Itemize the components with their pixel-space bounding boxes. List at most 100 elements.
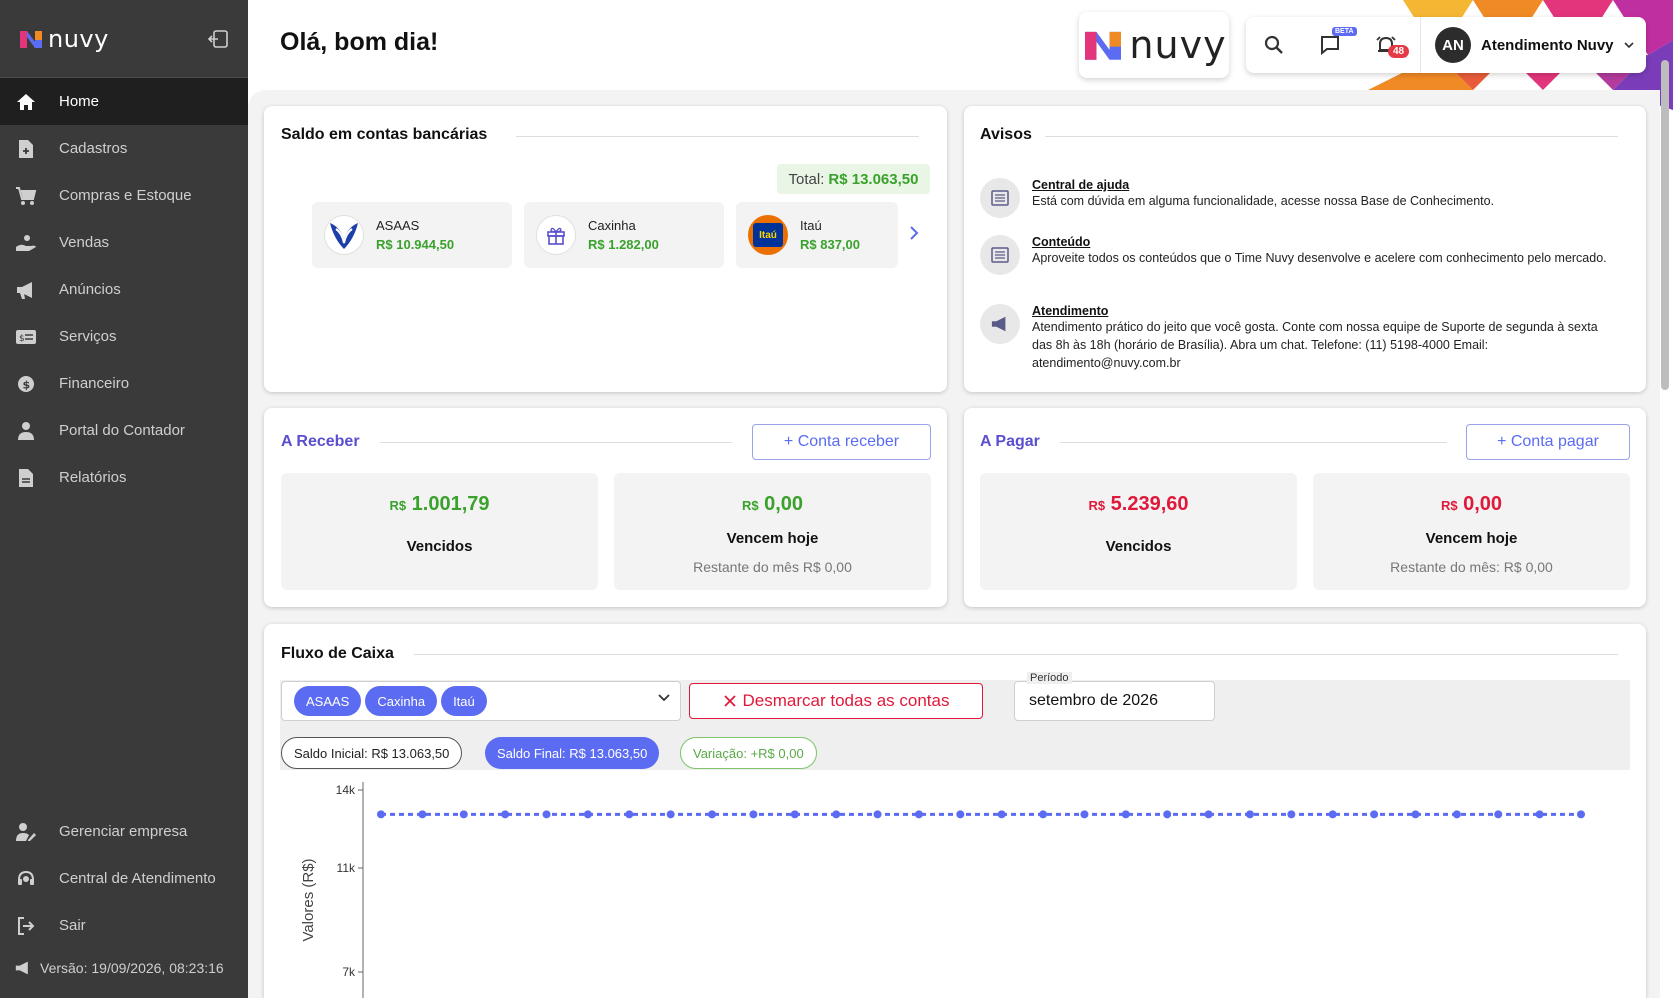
aviso-conteudo[interactable]: Conteúdo Aproveite todos os conteúdos qu… [980, 235, 1620, 275]
file-add-icon [14, 137, 38, 161]
chat-button[interactable]: BETA [1302, 17, 1358, 73]
sidebar-bottom-nav: Gerenciar empresa Central de Atendimento… [0, 808, 248, 949]
saldo-inicial-chip: Saldo Inicial: R$ 13.063,50 [281, 737, 463, 769]
sidebar-item-relatorios[interactable]: Relatórios [0, 454, 248, 501]
sidebar-nav: Home Cadastros Compras e Estoque Vendas … [0, 78, 248, 501]
sidebar-item-anuncios[interactable]: Anúncios [0, 266, 248, 313]
page-title: Olá, bom dia! [280, 28, 439, 56]
data-point [1080, 810, 1089, 819]
header-toolbar: BETA 48 AN Atendimento Nuvy [1246, 17, 1646, 73]
cart-icon [14, 184, 38, 208]
saldo-total: Total: R$ 13.063,50 [777, 164, 930, 194]
stat-label: Vencem hoje [726, 530, 819, 547]
pagar-hoje[interactable]: R$ 0,00 Vencem hoje Restante do mês: R$ … [1313, 473, 1630, 590]
sidebar-item-portal-contador[interactable]: Portal do Contador [0, 407, 248, 454]
beta-badge: BETA [1332, 27, 1357, 36]
app-version: Versão: 19/09/2026, 08:23:16 [14, 960, 224, 976]
data-point [749, 810, 758, 819]
home-icon [14, 90, 38, 114]
bank-name: Itaú [800, 218, 822, 233]
sidebar-item-label: Home [59, 93, 100, 110]
sidebar-logo[interactable]: nuvy [18, 25, 109, 53]
aviso-atendimento[interactable]: Atendimento Atendimento prático do jeito… [980, 304, 1620, 372]
data-point [1039, 810, 1048, 819]
stat-label: Vencem hoje [1425, 530, 1518, 547]
user-menu[interactable]: AN Atendimento Nuvy [1421, 27, 1634, 63]
bank-balance: R$ 837,00 [800, 237, 860, 252]
sidebar-item-home[interactable]: Home [0, 78, 248, 125]
stat-sub: Restante do mês: R$ 0,00 [1390, 559, 1553, 575]
sidebar-item-gerenciar-empresa[interactable]: Gerenciar empresa [0, 808, 248, 855]
user-name: Atendimento Nuvy [1481, 36, 1614, 54]
sidebar-item-central-atendimento[interactable]: Central de Atendimento [0, 855, 248, 902]
aviso-title: Central de ajuda [1032, 178, 1130, 192]
aviso-central-ajuda[interactable]: Central de ajuda Está com dúvida em algu… [980, 178, 1620, 218]
version-text: Versão: 19/09/2026, 08:23:16 [40, 960, 224, 976]
desmarcar-contas-button[interactable]: Desmarcar todas as contas [689, 683, 983, 719]
account-pill-asaas[interactable]: ASAAS [294, 686, 362, 716]
avisos-title: Avisos [980, 126, 1032, 143]
account-pill-itau[interactable]: Itaú [441, 686, 487, 716]
divider [516, 136, 919, 137]
brand-logo-card: nuvy [1079, 12, 1229, 78]
amount: 0,00 [764, 493, 804, 515]
pagar-vencidos[interactable]: R$ 5.239,60 Vencidos [980, 473, 1297, 590]
bank-balance: R$ 10.944,50 [376, 237, 455, 252]
megaphone-icon [15, 961, 28, 975]
receber-vencidos[interactable]: R$ 1.001,79 Vencidos [281, 473, 598, 590]
bank-balance: R$ 1.282,00 [588, 237, 659, 252]
fluxo-chart: 14k 11k 7k Valores (R$) [280, 770, 1630, 998]
currency: R$ [1440, 498, 1458, 513]
account-pill-caxinha[interactable]: Caxinha [365, 686, 438, 716]
sidebar-item-sair[interactable]: Sair [0, 902, 248, 949]
currency: R$ [1088, 498, 1106, 513]
accounts-multiselect[interactable]: ASAAS Caxinha Itaú [281, 681, 681, 721]
currency: R$ [741, 498, 759, 513]
data-point [666, 810, 675, 819]
data-point [542, 810, 551, 819]
add-conta-pagar-button[interactable]: + Conta pagar [1466, 424, 1630, 460]
saldo-final-chip: Saldo Final: R$ 13.063,50 [485, 737, 660, 769]
stat-label: Vencidos [406, 538, 473, 555]
sidebar-item-servicos[interactable]: $ Serviços [0, 313, 248, 360]
headset-icon [14, 867, 38, 891]
stat-label: Vencidos [1105, 538, 1172, 555]
data-point [625, 810, 634, 819]
add-conta-receber-button[interactable]: + Conta receber [752, 424, 931, 460]
y-tick-label: 14k [336, 783, 356, 797]
bank-card-caxinha[interactable]: Caxinha R$ 1.282,00 [524, 202, 724, 268]
sidebar-item-compras[interactable]: Compras e Estoque [0, 172, 248, 219]
periodo-field[interactable]: setembro de 2026 [1014, 681, 1215, 721]
sidebar-item-cadastros[interactable]: Cadastros [0, 125, 248, 172]
svg-text:$: $ [19, 334, 25, 344]
bank-card-itau[interactable]: Itaú Itaú R$ 837,00 [736, 202, 898, 268]
periodo-label: Período [1027, 672, 1072, 684]
sidebar-item-vendas[interactable]: Vendas [0, 219, 248, 266]
sidebar-header: nuvy [0, 0, 248, 78]
gift-icon [536, 215, 576, 255]
desmarcar-label: Desmarcar todas as contas [742, 691, 950, 710]
sidebar-item-label: Vendas [59, 234, 110, 251]
aviso-text: Está com dúvida em alguma funcionalidade… [1032, 194, 1495, 208]
bank-card-asaas[interactable]: ASAAS R$ 10.944,50 [312, 202, 512, 268]
collapse-sidebar-button[interactable] [204, 25, 232, 53]
aviso-title: Atendimento [1032, 304, 1109, 318]
receber-hoje[interactable]: R$ 0,00 Vencem hoje Restante do mês R$ 0… [614, 473, 931, 590]
data-point [1163, 810, 1172, 819]
itau-logo: Itaú [748, 215, 788, 255]
data-point [1204, 810, 1213, 819]
notifications-button[interactable]: 48 [1358, 17, 1414, 73]
banks-next-button[interactable] [908, 225, 920, 246]
service-card-icon: $ [14, 325, 38, 349]
newspaper-icon [980, 178, 1020, 218]
sidebar-item-financeiro[interactable]: $ Financeiro [0, 360, 248, 407]
search-button[interactable] [1246, 17, 1302, 73]
data-point [956, 810, 965, 819]
page-scrollbar[interactable] [1661, 60, 1669, 390]
svg-text:$: $ [23, 378, 31, 391]
stat-sub: Restante do mês R$ 0,00 [693, 559, 852, 575]
data-point [1121, 810, 1130, 819]
sidebar-item-label: Central de Atendimento [59, 870, 216, 887]
amount: 0,00 [1463, 493, 1503, 515]
saldo-title: Saldo em contas bancárias [281, 126, 488, 143]
